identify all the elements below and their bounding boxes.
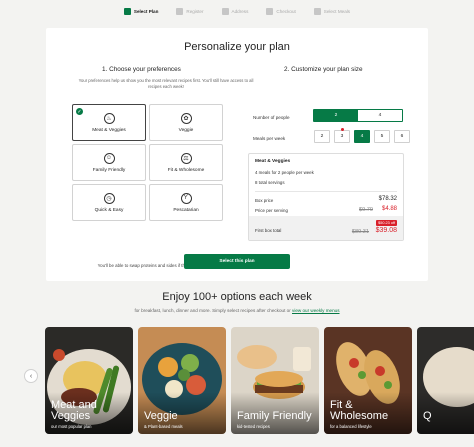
stopwatch-icon: ◷ <box>103 192 115 204</box>
meat-icon: ♨ <box>103 112 115 124</box>
preference-grid: ✓ ♨ Meat & Veggies ✿ Veggie ☺ Family Fri… <box>72 104 227 221</box>
preferences-intro: Your preferences help us show you the mo… <box>78 78 254 89</box>
preference-pescatarian[interactable]: ϒ Pescatarian <box>149 184 223 221</box>
step-register: Register <box>176 7 204 15</box>
checkmark-icon: ✓ <box>76 108 83 115</box>
preference-fit-wholesome[interactable]: ⚖ Fit & Wholesome <box>149 144 223 181</box>
user-icon <box>176 7 184 15</box>
plan-summary: Meat & Veggies 4 meals for 2 people per … <box>248 153 404 241</box>
tile-quick-easy[interactable]: Q <box>417 327 474 434</box>
fish-icon: ϒ <box>180 192 192 204</box>
plan-size-title: 2. Customize your plan size <box>284 66 363 73</box>
enjoy-subtext: for breakfast, lunch, dinner and more. S… <box>134 308 340 313</box>
people-label: Number of people <box>253 115 290 120</box>
carousel-prev-button[interactable]: ‹ <box>24 369 38 383</box>
tile-veggie[interactable]: Veggie & Plant-based meals <box>138 327 226 434</box>
page-title: Personalize your plan <box>184 41 290 53</box>
step-select-meals: Select Meals <box>313 7 350 15</box>
people-option-4[interactable]: 4 <box>358 110 402 121</box>
preference-meat-veggies[interactable]: ✓ ♨ Meat & Veggies <box>72 104 146 141</box>
people-toggle: 2 4 <box>313 109 403 122</box>
enjoy-heading: Enjoy 100+ options each week <box>162 291 312 303</box>
plan-card: Personalize your plan 1. Choose your pre… <box>46 28 428 281</box>
plan-carousel: Meat and Veggies our most popular plan V… <box>45 327 474 435</box>
card-icon <box>266 7 274 15</box>
preference-family-friendly[interactable]: ☺ Family Friendly <box>72 144 146 181</box>
chevron-left-icon: ‹ <box>29 372 33 380</box>
per-serving-new: $4.88 <box>381 206 397 212</box>
meals-option-4[interactable]: 4 <box>354 130 370 143</box>
tile-fit-wholesome[interactable]: Fit & Wholesome for a balanced lifestyle <box>324 327 412 434</box>
summary-title: Meat & Veggies <box>255 159 291 164</box>
meals-option-3[interactable]: 3 <box>334 128 350 143</box>
checkout-steps: Select Plan Register Address Checkout Se… <box>0 0 474 22</box>
step-checkout: Checkout <box>266 7 296 15</box>
savings-badge: $50.23 off <box>376 220 397 226</box>
meals-selector: 2 3 4 5 6 <box>314 128 410 143</box>
summary-divider <box>255 191 397 192</box>
scale-icon: ⚖ <box>180 152 192 164</box>
summary-meals-line: 4 meals for 2 people per week <box>255 170 314 175</box>
carrot-icon: ✿ <box>180 112 192 124</box>
summary-servings-line: 8 total servings <box>255 180 285 185</box>
step-select-plan[interactable]: Select Plan <box>123 7 158 15</box>
popular-dot-icon <box>341 128 344 131</box>
first-box-label: First box total <box>255 228 282 233</box>
meals-option-6[interactable]: 6 <box>394 130 410 143</box>
meals-option-5[interactable]: 5 <box>374 130 390 143</box>
meals-option-2[interactable]: 2 <box>314 130 330 143</box>
weekly-menus-link[interactable]: view our weekly menus <box>292 308 340 313</box>
select-plan-button[interactable]: Select this plan <box>184 254 290 269</box>
plan-icon <box>123 7 131 15</box>
preferences-title: 1. Choose your preferences <box>102 66 181 73</box>
step-address: Address <box>221 7 248 15</box>
pin-icon <box>221 7 229 15</box>
per-serving-old: $9.79 <box>359 207 373 213</box>
first-box-old: $89.31 <box>351 229 369 235</box>
utensils-icon <box>313 7 321 15</box>
first-box-new: $39.08 <box>375 227 397 234</box>
meals-label: Meals per week <box>253 136 286 141</box>
preference-veggie[interactable]: ✿ Veggie <box>149 104 223 141</box>
tile-meat-veggies[interactable]: Meat and Veggies our most popular plan <box>45 327 133 434</box>
people-option-2[interactable]: 2 <box>314 110 358 121</box>
box-price-label: Box price <box>255 198 274 203</box>
tile-family-friendly[interactable]: Family Friendly kid-tested recipes <box>231 327 319 434</box>
box-price-value: $78.32 <box>378 196 397 202</box>
preference-quick-easy[interactable]: ◷ Quick & Easy <box>72 184 146 221</box>
per-serving-label: Price per serving <box>255 208 288 213</box>
family-icon: ☺ <box>103 152 115 164</box>
